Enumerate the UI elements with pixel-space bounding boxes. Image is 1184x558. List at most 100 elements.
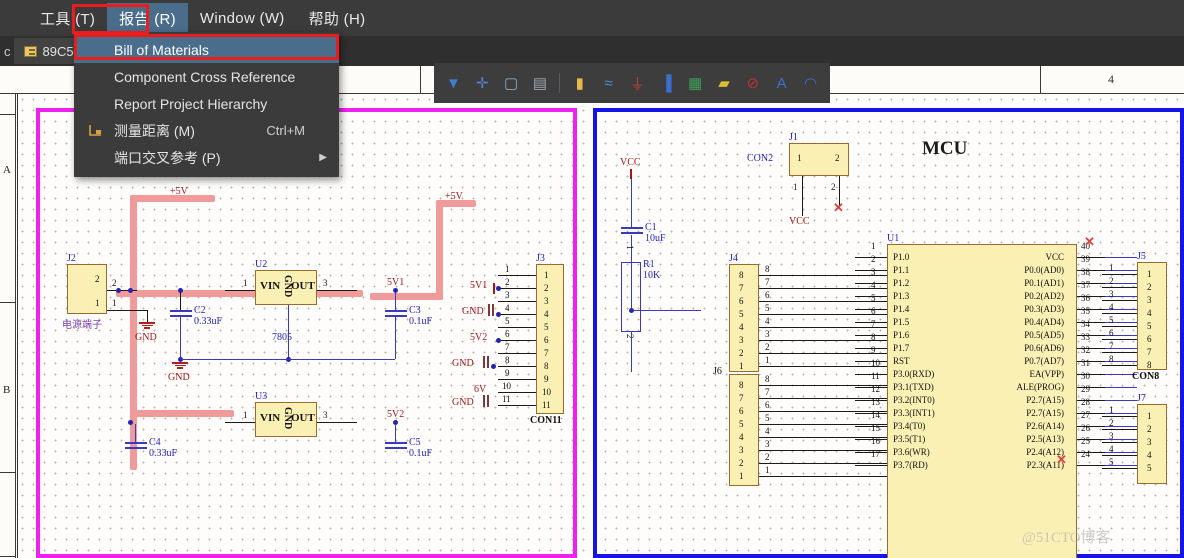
j6-wire-num-4: 4 (765, 426, 770, 436)
menu-item-2[interactable]: Window (W) (188, 5, 297, 32)
place-text-icon[interactable]: A (768, 69, 795, 97)
menu-option-2[interactable]: Report Project Hierarchy (74, 90, 339, 117)
j7-wire-1 (1102, 416, 1137, 417)
wire-u2-in (225, 290, 255, 291)
crosshair-place-icon[interactable]: ✛ (469, 69, 496, 97)
j5-wire-num-8: 8 (1109, 354, 1114, 364)
u1-pin-num-14: 14 (871, 410, 880, 420)
j3-port-sym-1 (493, 283, 495, 294)
no-erc-icon[interactable]: ⊘ (739, 69, 766, 97)
menu-option-4[interactable]: 端口交叉参考 (P) ▶ (74, 144, 339, 171)
select-area-icon[interactable]: ▢ (498, 69, 525, 97)
j5-pin-5: 5 (1147, 321, 1152, 331)
place-bus-icon[interactable]: ▦ (682, 69, 709, 97)
place-gnd-icon[interactable]: ⏚ (624, 69, 651, 97)
j5-wire-4 (1102, 313, 1137, 314)
u1-pin-label-13: P3.3(INT1) (893, 408, 935, 418)
j3-dot-1 (496, 286, 501, 291)
menu-option-3[interactable]: 测量距离 (M) Ctrl+M (74, 117, 339, 144)
u1-pin-num-31: 31 (1081, 358, 1090, 368)
j6-pin-5: 5 (739, 419, 744, 429)
bus-5v-main (116, 290, 363, 297)
j4-pin-3: 3 (739, 335, 744, 345)
u2-pinnum-1: 1 (243, 278, 248, 288)
u3-pin-out: OUT (291, 412, 315, 424)
u1-left-wire-11 (855, 387, 887, 388)
wire-j2-p1-down (147, 310, 148, 322)
place-netlabel-icon[interactable]: ▐ (653, 69, 680, 97)
wire-vcc-c1 (631, 179, 632, 227)
drawing-toolbar[interactable]: ▼ ✛ ▢ ▤ ▮ ≈ ⏚ ▐ ▦ ▰ ⊘ A ◠ (434, 63, 830, 103)
reports-dropdown-menu[interactable]: Bill of Materials Component Cross Referen… (74, 32, 339, 177)
component-j5[interactable] (1137, 262, 1167, 370)
menu-item-1[interactable]: 报告 (R) (107, 2, 188, 34)
j6-pin-2: 2 (739, 458, 744, 468)
j5-wire-num-7: 7 (1109, 341, 1114, 351)
wire-u2-gnd (288, 305, 289, 359)
j4-wire-1 (759, 366, 887, 367)
u1-pin-num-2: 2 (871, 254, 876, 264)
gnd-label-j2: GND (135, 332, 157, 343)
u1-right-wire-38 (1077, 283, 1105, 284)
menu-option-0[interactable]: Bill of Materials (74, 36, 339, 63)
component-j2[interactable] (67, 264, 107, 314)
j3-pin-6: 6 (544, 335, 549, 345)
u1-pin-num-25: 25 (1081, 436, 1090, 446)
component-c3[interactable] (385, 310, 407, 320)
j3-pin-8: 8 (544, 361, 549, 371)
wire-gnd-rail (180, 359, 395, 360)
u1-pin-num-3: 3 (871, 267, 876, 277)
sheet-mcu-module[interactable]: MCU VCC C1 10uF J1 CON2 1 2 1 2 VCC ✕ R1… (593, 108, 1184, 558)
u1-left-wire-3 (855, 283, 887, 284)
u1-pin-num-13: 13 (871, 397, 880, 407)
menu-item-0[interactable]: 工具 (T) (28, 3, 107, 34)
j3-dot-4 (491, 364, 496, 369)
menu-option-accelerator: Ctrl+M (266, 123, 305, 138)
u1-pin-num-12: 12 (871, 384, 880, 394)
tabstrip-edge-text: c (4, 43, 11, 59)
j5-wire-5 (1102, 326, 1137, 327)
j5-wire-num-2: 2 (1109, 276, 1114, 286)
u1-pin-num-7: 7 (871, 319, 876, 329)
component-r1[interactable] (621, 262, 641, 332)
u1-pin-num-15: 15 (871, 423, 880, 433)
align-icon[interactable]: ▤ (527, 69, 554, 97)
j4-wire-num-8: 8 (765, 264, 770, 274)
menu-option-label: Component Cross Reference (114, 68, 296, 85)
u1-pin-label-4: P1.3 (893, 291, 910, 301)
u1-pin-label-6: P1.5 (893, 317, 910, 327)
u1-pin-num-32: 32 (1081, 345, 1090, 355)
component-j4[interactable] (729, 264, 759, 372)
component-j7[interactable] (1137, 404, 1167, 484)
j3-pin-7: 7 (544, 348, 549, 358)
u1-left-wire-15 (855, 439, 887, 440)
u1-pin-num-28: 28 (1081, 397, 1090, 407)
j7-pin-3: 3 (1147, 437, 1152, 447)
component-c1[interactable] (621, 227, 643, 237)
place-part-icon[interactable]: ▮ (566, 69, 593, 97)
bus-5v-vertical (130, 195, 137, 295)
netlabel-plus5v: +5V (170, 186, 188, 197)
component-j6[interactable] (729, 374, 759, 486)
filter-icon[interactable]: ▼ (440, 69, 467, 97)
wire-c2-top (180, 292, 181, 310)
menubar[interactable]: 工具 (T) 报告 (R) Window (W) 帮助 (H) (0, 0, 1184, 36)
netlabel-vcc-j1: VCC (789, 216, 810, 227)
component-c5[interactable] (385, 442, 407, 452)
component-c4[interactable] (125, 442, 147, 452)
component-c2[interactable] (170, 310, 192, 320)
label-u1-ref: U1 (887, 233, 900, 244)
j3-dot-2 (496, 312, 501, 317)
u1-bus-wire-0 (1105, 257, 1137, 258)
netlabel-5v1: 5V1 (387, 277, 405, 288)
menu-item-3[interactable]: 帮助 (H) (297, 3, 378, 34)
label-c1-value: 10uF (645, 233, 666, 244)
u1-right-wire-32 (1077, 361, 1105, 362)
place-wire-icon[interactable]: ≈ (595, 69, 622, 97)
menu-option-1[interactable]: Component Cross Reference (74, 63, 339, 90)
place-arc-icon[interactable]: ◠ (797, 69, 824, 97)
j2-pin-2: 2 (95, 274, 100, 284)
j4-wire-num-1: 1 (765, 355, 770, 365)
place-port-icon[interactable]: ▰ (711, 69, 738, 97)
j4-wire-num-4: 4 (765, 316, 770, 326)
